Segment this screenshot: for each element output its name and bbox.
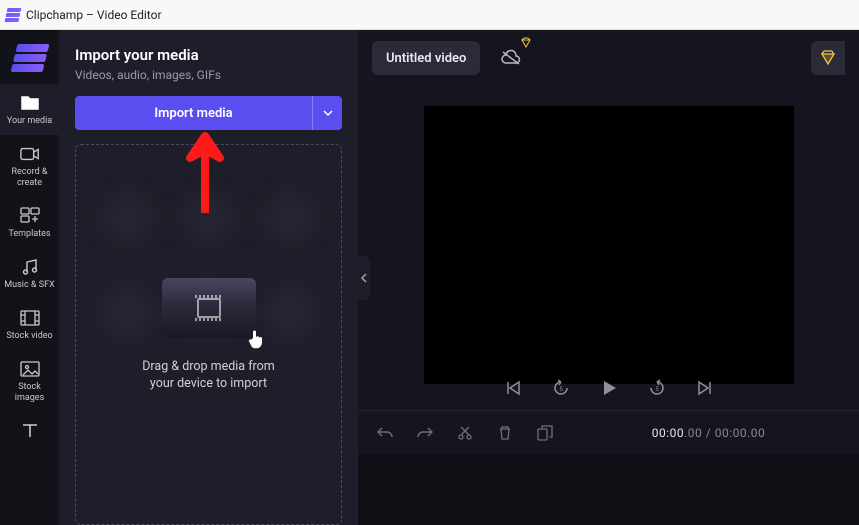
timeline-toolbar: 00:00.00 / 00:00.00	[358, 410, 859, 454]
split-button[interactable]	[456, 424, 474, 442]
film-icon	[197, 298, 221, 318]
sidebar-item-label: Music & SFX	[4, 280, 54, 291]
svg-text:5: 5	[655, 386, 659, 393]
import-media-button[interactable]: Import media	[75, 96, 312, 130]
music-icon	[20, 258, 40, 276]
sidebar-item-label: Stock video	[6, 331, 52, 342]
text-icon	[20, 422, 40, 440]
templates-icon	[20, 207, 40, 225]
cloud-off-icon	[500, 49, 522, 67]
sidebar-item-label: Templates	[8, 229, 50, 240]
editor-stage: Untitled video 5 5	[358, 30, 859, 525]
app-logo-icon	[5, 8, 22, 22]
timeline-track-area[interactable]	[358, 454, 859, 525]
top-toolbar: Untitled video	[358, 30, 859, 86]
redo-button[interactable]	[416, 424, 434, 442]
panel-subheading: Videos, audio, images, GIFs	[75, 68, 342, 82]
premium-button[interactable]	[811, 41, 845, 75]
play-button[interactable]	[598, 377, 620, 399]
skip-start-button[interactable]	[502, 377, 524, 399]
cloud-sync-button[interactable]	[494, 41, 528, 75]
sidebar-item-label: Your media	[7, 116, 52, 127]
video-canvas[interactable]	[424, 106, 794, 384]
collapse-panel-button[interactable]	[358, 256, 370, 300]
sidebar-item-text[interactable]	[0, 412, 59, 452]
diamond-icon	[520, 37, 532, 49]
media-drop-zone[interactable]: Drag & drop media from your device to im…	[75, 144, 342, 525]
panel-heading: Import your media	[75, 46, 342, 64]
app-logo-icon	[10, 44, 49, 72]
media-panel: Import your media Videos, audio, images,…	[59, 30, 358, 525]
forward-button[interactable]: 5	[646, 377, 668, 399]
chevron-left-icon	[361, 273, 367, 283]
time-separator: /	[702, 426, 714, 440]
hand-cursor-icon	[246, 328, 266, 350]
chevron-down-icon	[323, 110, 333, 116]
svg-text:5: 5	[559, 386, 563, 393]
project-title-button[interactable]: Untitled video	[372, 41, 480, 75]
rewind-button[interactable]: 5	[550, 377, 572, 399]
sidebar-item-record-create[interactable]: Record & create	[0, 135, 59, 197]
window-titlebar: Clipchamp – Video Editor	[0, 0, 859, 30]
current-time-fraction: .00	[684, 426, 702, 440]
duplicate-button[interactable]	[536, 424, 554, 442]
delete-button[interactable]	[496, 424, 514, 442]
timecode-display: 00:00.00 / 00:00.00	[576, 426, 841, 440]
total-time: 00:00	[715, 426, 747, 440]
playback-controls: 5 5	[358, 366, 859, 410]
sidebar-item-stock-video[interactable]: Stock video	[0, 299, 59, 350]
window-title: Clipchamp – Video Editor	[26, 8, 162, 22]
diamond-icon	[819, 50, 837, 66]
current-time: 00:00	[652, 426, 684, 440]
dropzone-thumbnail	[162, 278, 256, 338]
video-preview-area	[358, 86, 859, 366]
sidebar-item-music-sfx[interactable]: Music & SFX	[0, 248, 59, 299]
sidebar-item-label: Stock images	[15, 382, 44, 404]
sidebar-item-templates[interactable]: Templates	[0, 197, 59, 248]
image-icon	[20, 360, 40, 378]
total-time-fraction: .00	[747, 426, 765, 440]
undo-button[interactable]	[376, 424, 394, 442]
sidebar-item-your-media[interactable]: Your media	[0, 84, 59, 135]
sidebar-item-label: Record & create	[11, 167, 47, 189]
left-nav-rail: Your media Record & create Templates Mus…	[0, 30, 59, 525]
import-media-dropdown-button[interactable]	[312, 96, 342, 130]
sidebar-item-stock-images[interactable]: Stock images	[0, 350, 59, 412]
skip-end-button[interactable]	[694, 377, 716, 399]
film-icon	[20, 309, 40, 327]
camera-icon	[20, 145, 40, 163]
folder-icon	[20, 94, 40, 112]
dropzone-message: Drag & drop media from your device to im…	[142, 358, 275, 392]
